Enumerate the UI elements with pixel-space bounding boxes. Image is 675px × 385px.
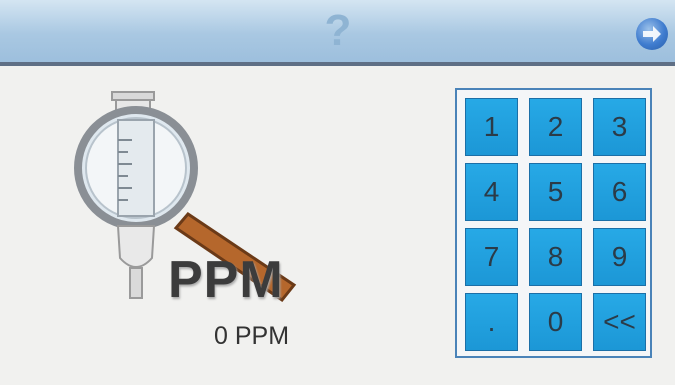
- top-bar: ?: [0, 0, 675, 66]
- key-decimal[interactable]: .: [465, 293, 518, 351]
- arrow-right-icon: [643, 26, 661, 42]
- key-4[interactable]: 4: [465, 163, 518, 221]
- key-0[interactable]: 0: [529, 293, 582, 351]
- key-5[interactable]: 5: [529, 163, 582, 221]
- key-1[interactable]: 1: [465, 98, 518, 156]
- key-3[interactable]: 3: [593, 98, 646, 156]
- ppm-reading: 0 PPM: [214, 322, 290, 350]
- ppm-logo-text: PPM: [168, 251, 284, 309]
- key-9[interactable]: 9: [593, 228, 646, 286]
- numeric-keypad: 1 2 3 4 5 6 7 8 9 . 0 <<: [455, 88, 652, 358]
- key-6[interactable]: 6: [593, 163, 646, 221]
- key-backspace[interactable]: <<: [593, 293, 646, 351]
- key-7[interactable]: 7: [465, 228, 518, 286]
- key-8[interactable]: 8: [529, 228, 582, 286]
- key-2[interactable]: 2: [529, 98, 582, 156]
- help-button[interactable]: ?: [318, 6, 358, 56]
- ppm-input-screen: ? PPM 0 PPM 1 2 3 4 5 6 7 8 9 . 0 <<: [0, 0, 675, 385]
- next-button[interactable]: [636, 18, 668, 50]
